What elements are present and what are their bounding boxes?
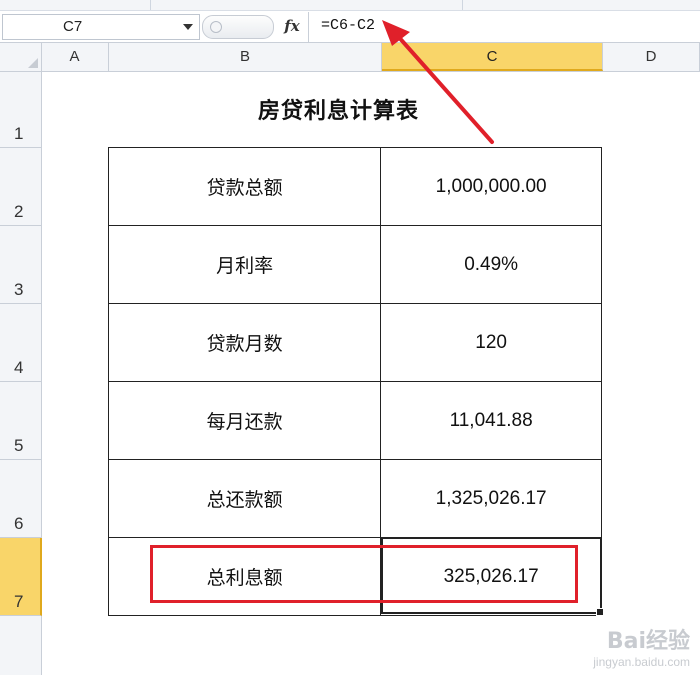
annotation-arrow-icon [382, 20, 494, 144]
watermark-brand: Bai经验 [606, 629, 690, 654]
watermark: Bai经验 jingyan.baidu.com [593, 623, 690, 669]
watermark-url: jingyan.baidu.com [593, 655, 690, 669]
